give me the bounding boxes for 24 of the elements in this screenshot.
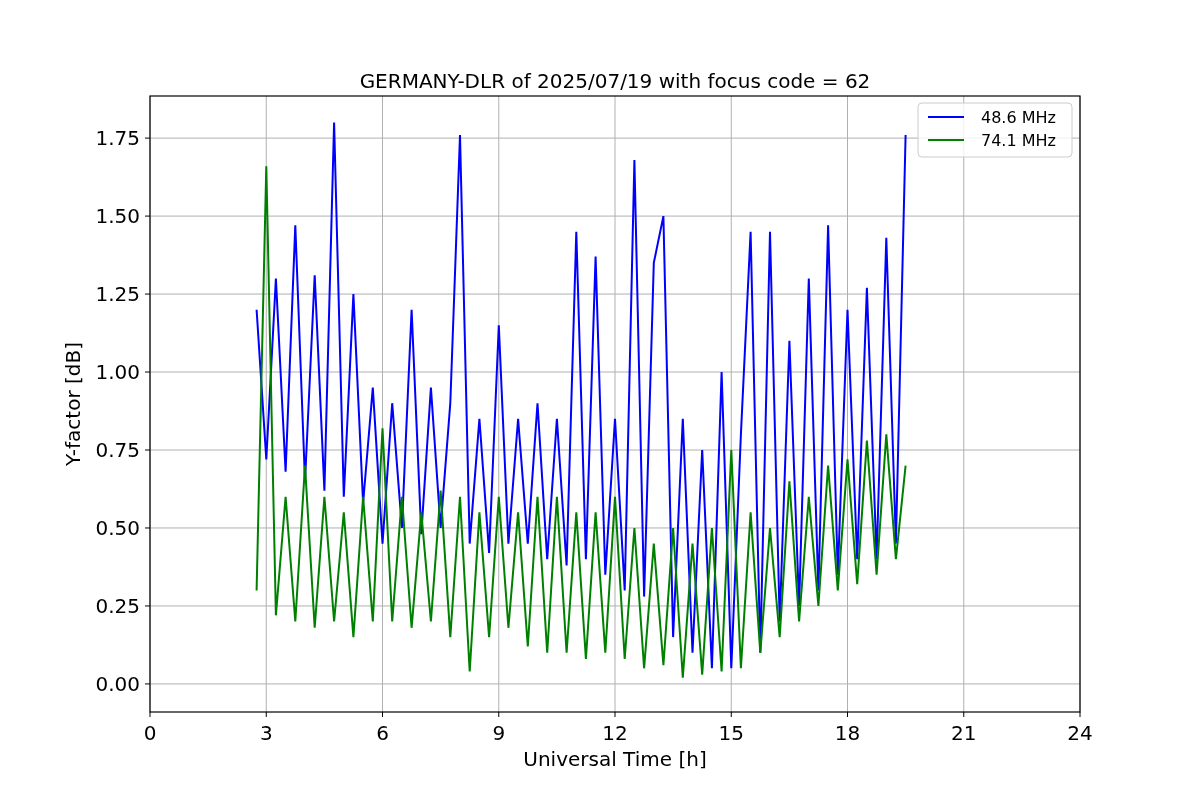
x-tick-label: 15 <box>718 721 744 745</box>
x-tick-label: 12 <box>602 721 628 745</box>
x-tick-label: 3 <box>259 721 273 745</box>
y-tick-label: 0.50 <box>95 516 140 540</box>
y-tick-label: 1.25 <box>95 282 140 307</box>
legend-label: 74.1 MHz <box>981 131 1056 150</box>
x-tick-label: 24 <box>1067 721 1093 745</box>
y-tick-label: 0.75 <box>95 438 140 462</box>
legend-line <box>927 139 965 141</box>
legend-label: 48.6 MHz <box>981 108 1056 127</box>
legend-line <box>927 116 965 118</box>
x-tick-label: 6 <box>376 721 389 745</box>
y-tick-label: 1.00 <box>95 360 140 385</box>
y-tick-label: 0.00 <box>95 671 140 696</box>
x-tick-label: 9 <box>492 721 506 745</box>
y-tick-label: 1.75 <box>95 126 140 151</box>
x-tick-label: 18 <box>834 721 861 745</box>
x-tick-label: 21 <box>951 721 977 745</box>
y-tick-label: 0.25 <box>95 593 140 618</box>
x-axis-label: Universal Time [h] <box>523 747 707 771</box>
y-tick-label: 1.50 <box>95 204 140 229</box>
x-tick-label: 0 <box>143 721 157 745</box>
chart-title: GERMANY-DLR of 2025/07/19 with focus code = 62 <box>359 69 871 93</box>
y-axis-label: Y-factor [dB] <box>61 342 85 466</box>
